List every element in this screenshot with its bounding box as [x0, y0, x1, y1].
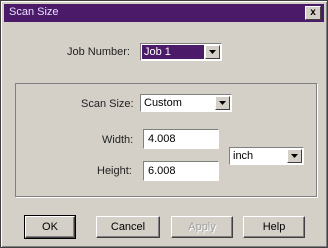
height-value: 6.008: [148, 165, 176, 177]
job-number-label: Job Number:: [67, 46, 130, 58]
cancel-button-label: Cancel: [110, 221, 146, 233]
chevron-down-icon: [209, 50, 216, 54]
height-field[interactable]: 6.008: [143, 161, 219, 181]
unit-select[interactable]: inch: [229, 147, 304, 165]
help-button-label: Help: [262, 221, 286, 233]
scan-size-select[interactable]: Custom: [140, 94, 232, 112]
job-number-value: Job 1: [142, 45, 204, 59]
chevron-down-icon: [219, 101, 226, 105]
ok-button[interactable]: OK: [24, 215, 76, 239]
unit-value: inch: [233, 150, 254, 162]
width-label: Width:: [102, 134, 134, 146]
scan-size-value: Custom: [144, 97, 182, 109]
scan-size-dropdown-button[interactable]: [215, 96, 230, 110]
window-title: Scan Size: [9, 6, 59, 18]
title-bar[interactable]: Scan Size x: [4, 4, 324, 22]
apply-button[interactable]: Apply: [171, 216, 233, 238]
job-number-dropdown-button[interactable]: [205, 45, 220, 59]
cancel-button[interactable]: Cancel: [96, 216, 160, 238]
chevron-down-icon: [291, 154, 298, 158]
width-field[interactable]: 4.008: [143, 129, 219, 149]
close-button[interactable]: x: [305, 6, 321, 20]
scan-size-dialog: Scan Size x Job Number: Job 1 Scan Size:…: [0, 0, 328, 248]
width-value: 4.008: [148, 133, 176, 145]
job-number-select[interactable]: Job 1: [140, 43, 222, 61]
scan-size-label: Scan Size:: [81, 98, 134, 110]
help-button[interactable]: Help: [243, 216, 305, 238]
apply-button-label: Apply: [188, 221, 216, 233]
ok-button-label: OK: [42, 221, 58, 233]
height-label: Height:: [97, 165, 132, 177]
unit-dropdown-button[interactable]: [287, 149, 302, 163]
close-icon: x: [310, 7, 316, 18]
